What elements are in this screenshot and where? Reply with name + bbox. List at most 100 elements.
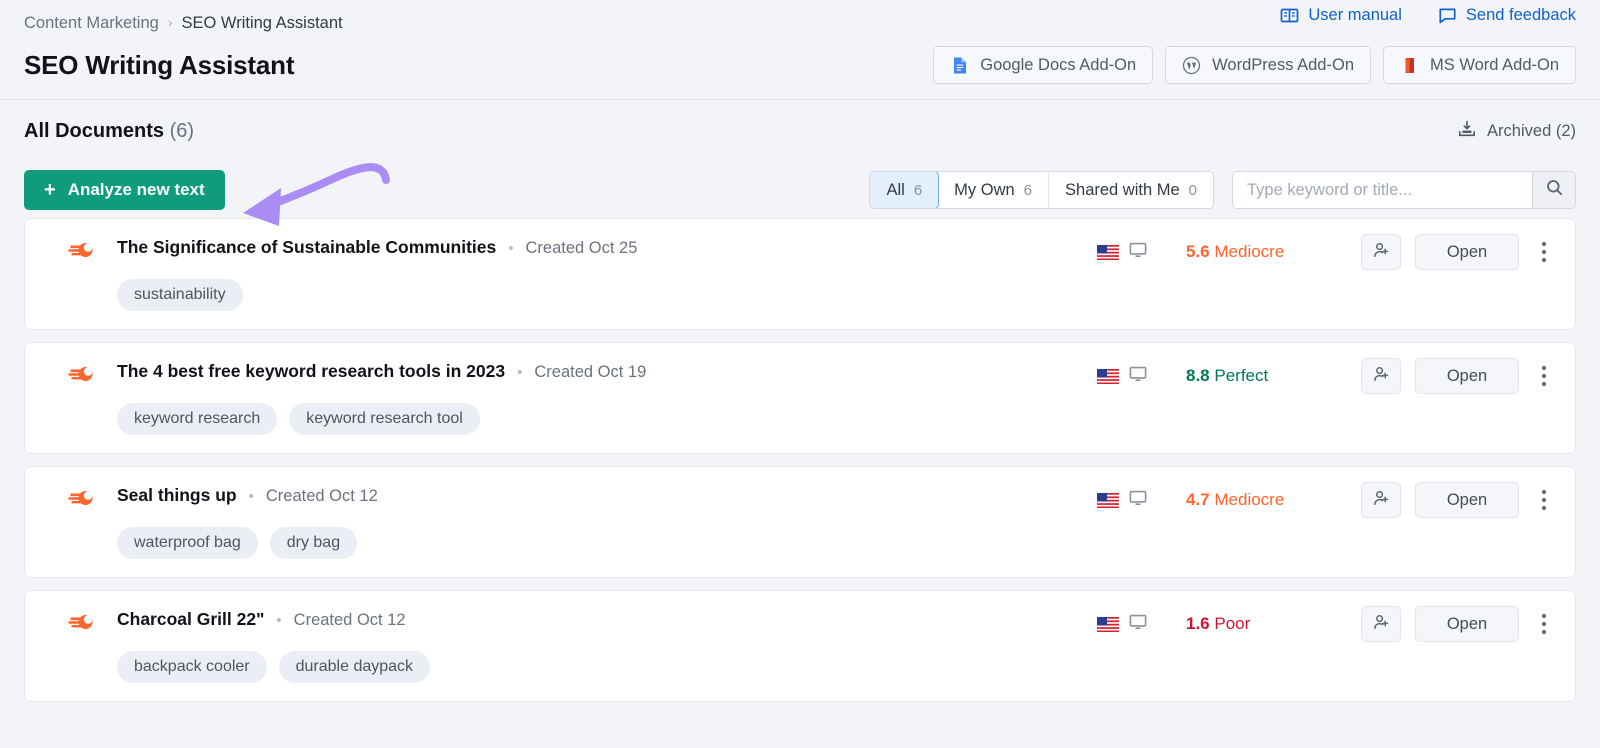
- document-row[interactable]: Seal things up • Created Oct 12 waterpro…: [24, 466, 1576, 578]
- semrush-logo-icon: [67, 359, 97, 389]
- speech-bubble-icon: [1438, 6, 1457, 25]
- kebab-menu-icon[interactable]: [1527, 234, 1561, 270]
- seo-score-value: 8.8: [1186, 366, 1210, 385]
- keyword-tag[interactable]: keyword research: [117, 403, 277, 435]
- seo-score-value: 4.7: [1186, 490, 1210, 509]
- semrush-logo-icon: [67, 607, 97, 637]
- document-locale-icons: [1097, 612, 1148, 637]
- document-tags: keyword research keyword research tool: [117, 403, 1555, 435]
- us-flag-icon: [1097, 617, 1119, 632]
- desktop-monitor-icon: [1128, 240, 1148, 265]
- seo-score-label: Poor: [1214, 614, 1250, 633]
- keyword-tag[interactable]: durable daypack: [279, 651, 430, 683]
- document-row-text: The Significance of Sustainable Communit…: [117, 237, 637, 258]
- document-title[interactable]: Seal things up: [117, 485, 237, 506]
- filter-tab-all[interactable]: All 6: [869, 171, 939, 209]
- document-row[interactable]: The Significance of Sustainable Communit…: [24, 218, 1576, 330]
- seo-score: 8.8 Perfect: [1186, 366, 1361, 386]
- document-title-line: The 4 best free keyword research tools i…: [117, 361, 646, 382]
- analyze-new-text-button[interactable]: + Analyze new text: [24, 170, 225, 210]
- analyze-new-text-label: Analyze new text: [68, 180, 205, 200]
- open-document-button[interactable]: Open: [1415, 358, 1519, 394]
- archive-tray-icon: [1457, 119, 1477, 144]
- share-document-button[interactable]: [1361, 234, 1401, 270]
- ownership-filter-group: All 6 My Own 6 Shared with Me 0: [869, 171, 1214, 209]
- separator-dot: •: [517, 364, 522, 381]
- search-group: [1232, 171, 1576, 209]
- open-document-button[interactable]: Open: [1415, 234, 1519, 270]
- search-button[interactable]: [1532, 171, 1576, 209]
- semrush-logo-icon: [67, 235, 97, 265]
- open-document-button[interactable]: Open: [1415, 606, 1519, 642]
- keyword-tag[interactable]: sustainability: [117, 279, 243, 311]
- google-docs-addon-button[interactable]: Google Docs Add-On: [933, 46, 1153, 84]
- add-person-icon: [1372, 489, 1390, 512]
- us-flag-icon: [1097, 369, 1119, 384]
- search-input[interactable]: [1232, 171, 1532, 209]
- page-header: Content Marketing › SEO Writing Assistan…: [0, 0, 1600, 100]
- ms-word-icon: [1400, 56, 1419, 75]
- filter-tab-my-own-count: 6: [1024, 182, 1032, 199]
- send-feedback-link[interactable]: Send feedback: [1438, 6, 1576, 25]
- document-locale-icons: [1097, 240, 1148, 265]
- add-person-icon: [1372, 613, 1390, 636]
- document-locale-icons: [1097, 364, 1148, 389]
- filter-tab-all-label: All: [886, 181, 904, 200]
- seo-score-label: Mediocre: [1214, 242, 1284, 261]
- desktop-monitor-icon: [1128, 488, 1148, 513]
- document-row[interactable]: The 4 best free keyword research tools i…: [24, 342, 1576, 454]
- kebab-menu-icon[interactable]: [1527, 606, 1561, 642]
- document-created-date: Created Oct 25: [526, 239, 638, 258]
- share-document-button[interactable]: [1361, 358, 1401, 394]
- user-manual-link[interactable]: User manual: [1280, 6, 1402, 25]
- separator-dot: •: [249, 488, 254, 505]
- plus-icon: +: [44, 180, 56, 200]
- document-title[interactable]: The 4 best free keyword research tools i…: [117, 361, 505, 382]
- document-title[interactable]: The Significance of Sustainable Communit…: [117, 237, 496, 258]
- document-tags: backpack cooler durable daypack: [117, 651, 1555, 683]
- seo-score: 1.6 Poor: [1186, 614, 1361, 634]
- filter-tab-my-own[interactable]: My Own 6: [938, 172, 1049, 208]
- share-document-button[interactable]: [1361, 482, 1401, 518]
- keyword-tag[interactable]: dry bag: [270, 527, 357, 559]
- add-person-icon: [1372, 241, 1390, 264]
- google-docs-icon: [950, 56, 969, 75]
- kebab-menu-icon[interactable]: [1527, 482, 1561, 518]
- filter-tab-my-own-label: My Own: [954, 181, 1015, 200]
- documents-area: All Documents (6) Archived (2) + Analyze…: [0, 100, 1600, 702]
- search-icon: [1545, 178, 1564, 202]
- filter-tab-shared-with-me[interactable]: Shared with Me 0: [1049, 172, 1213, 208]
- document-created-date: Created Oct 12: [266, 487, 378, 506]
- documents-title-text: All Documents: [24, 120, 164, 142]
- open-document-button[interactable]: Open: [1415, 482, 1519, 518]
- filter-tab-shared-count: 0: [1189, 182, 1197, 199]
- documents-toolbar: + Analyze new text All 6 My Own 6 Shared…: [24, 162, 1576, 218]
- kebab-menu-icon[interactable]: [1527, 358, 1561, 394]
- wordpress-addon-label: WordPress Add-On: [1212, 56, 1354, 75]
- ms-word-addon-button[interactable]: MS Word Add-On: [1383, 46, 1576, 84]
- filter-tab-shared-label: Shared with Me: [1065, 181, 1180, 200]
- document-title[interactable]: Charcoal Grill 22": [117, 609, 264, 630]
- documents-header: All Documents (6) Archived (2): [24, 100, 1576, 162]
- documents-title: All Documents (6): [24, 120, 194, 143]
- desktop-monitor-icon: [1128, 612, 1148, 637]
- seo-score: 5.6 Mediocre: [1186, 242, 1361, 262]
- document-locale-icons: [1097, 488, 1148, 513]
- documents-list: The Significance of Sustainable Communit…: [24, 218, 1576, 702]
- semrush-logo-icon: [67, 483, 97, 513]
- documents-count: (6): [170, 120, 194, 142]
- keyword-tag[interactable]: waterproof bag: [117, 527, 258, 559]
- keyword-tag[interactable]: keyword research tool: [289, 403, 480, 435]
- addon-buttons: Google Docs Add-On WordPress Add-On MS W…: [933, 46, 1576, 84]
- archived-link[interactable]: Archived (2): [1457, 119, 1576, 144]
- breadcrumb-parent[interactable]: Content Marketing: [24, 14, 159, 33]
- seo-score-value: 5.6: [1186, 242, 1210, 261]
- document-row-actions: 1.6 Poor Open: [1097, 606, 1561, 642]
- keyword-tag[interactable]: backpack cooler: [117, 651, 267, 683]
- document-title-line: Charcoal Grill 22" • Created Oct 12: [117, 609, 406, 630]
- wordpress-addon-button[interactable]: WordPress Add-On: [1165, 46, 1371, 84]
- document-row-text: Seal things up • Created Oct 12: [117, 485, 378, 506]
- share-document-button[interactable]: [1361, 606, 1401, 642]
- document-row[interactable]: Charcoal Grill 22" • Created Oct 12 back…: [24, 590, 1576, 702]
- us-flag-icon: [1097, 493, 1119, 508]
